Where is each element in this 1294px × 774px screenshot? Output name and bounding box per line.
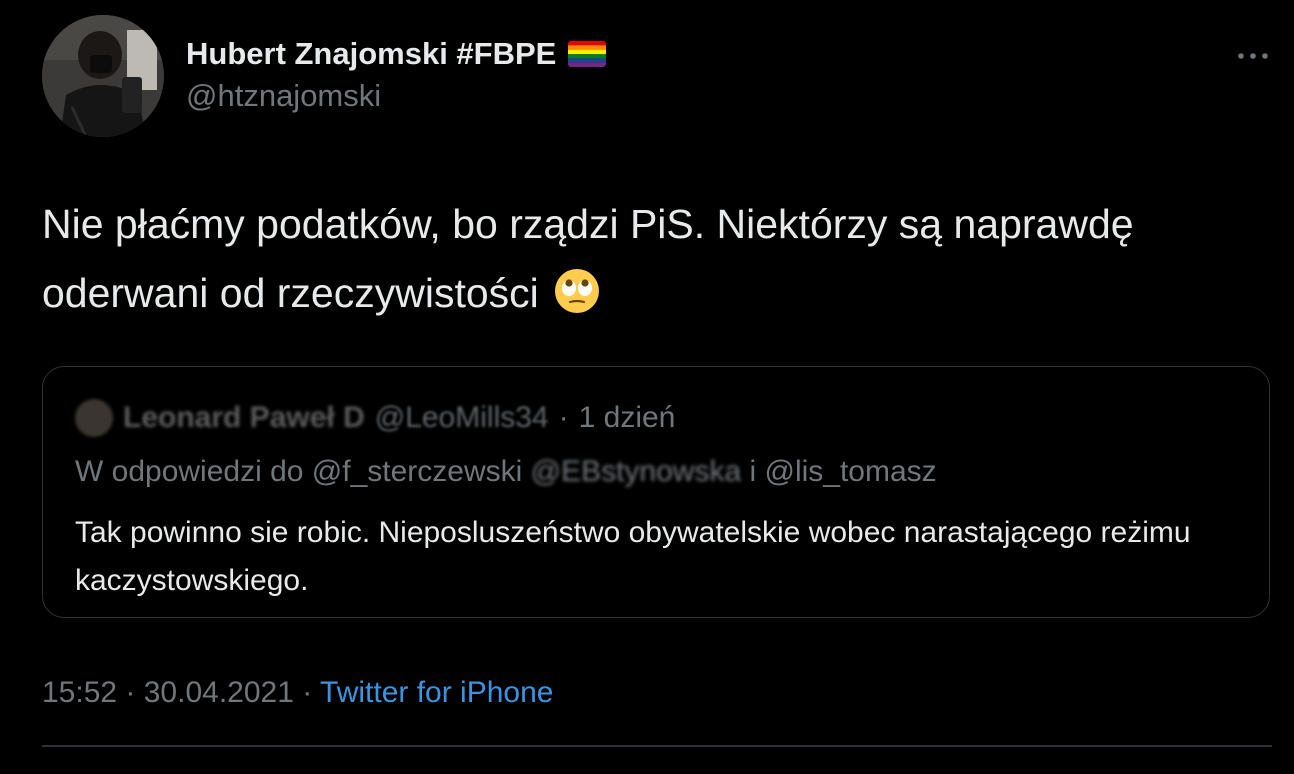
quoted-reply-context: W odpowiedzi do @f_sterczewski @EBstynow…	[75, 455, 937, 489]
more-icon[interactable]	[1236, 42, 1270, 70]
tweet-meta: 15:52 · 30.04.2021 · Twitter for iPhone	[42, 676, 553, 710]
tweet-date[interactable]: 30.04.2021	[144, 676, 294, 709]
tweet-source-link[interactable]: Twitter for iPhone	[320, 676, 553, 709]
quoted-author-avatar	[75, 399, 113, 437]
rainbow-flag-icon	[568, 41, 607, 67]
rolling-eyes-emoji-icon	[554, 266, 600, 313]
meta-separator: ·	[117, 676, 144, 709]
quoted-time: 1 dzień	[578, 401, 676, 434]
author-handle[interactable]: @htznajomski	[186, 78, 381, 114]
meta-separator: ·	[293, 676, 321, 709]
tweet-time[interactable]: 15:52	[42, 676, 117, 709]
author-name-row[interactable]: Hubert Znajomski #FBPE	[186, 36, 607, 72]
reply-prefix: W odpowiedzi do @f_sterczewski	[75, 455, 531, 488]
quoted-author-handle: @LeoMills34	[374, 401, 549, 434]
tweet-text: Nie płaćmy podatków, bo rządzi PiS. Niek…	[42, 190, 1262, 328]
reply-suffix: i @lis_tomasz	[741, 455, 937, 488]
quoted-tweet[interactable]: Leonard Paweł D @LeoMills34 · 1 dzień W …	[42, 366, 1270, 618]
divider	[42, 745, 1272, 747]
quoted-tweet-text: Tak powinno sie robic. Nieposluszeństwo …	[75, 516, 1191, 597]
quoted-author-name: Leonard Paweł D	[123, 401, 365, 434]
author-name[interactable]: Hubert Znajomski #FBPE	[186, 36, 556, 72]
author-avatar[interactable]	[42, 15, 164, 137]
reply-blurred-handle: @EBstynowska	[530, 455, 742, 488]
quoted-time-separator: ·	[558, 401, 569, 434]
quoted-tweet-header: Leonard Paweł D @LeoMills34 · 1 dzień	[75, 399, 675, 437]
